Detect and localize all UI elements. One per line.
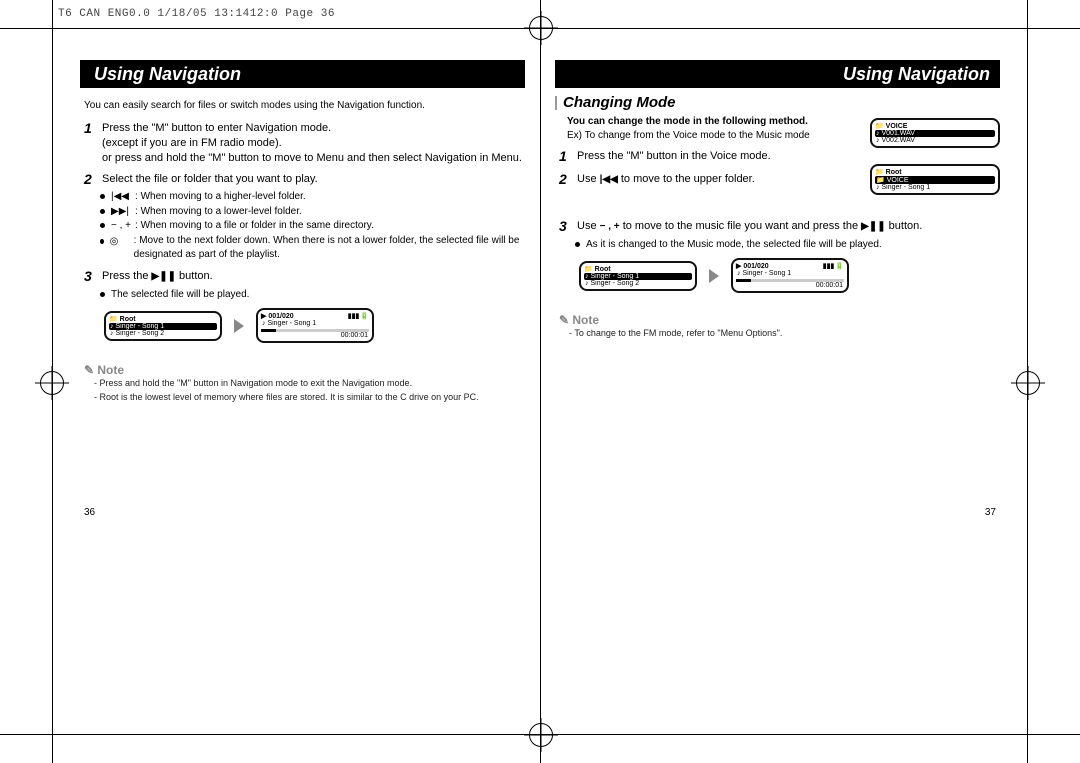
lcd-screen-root-explore: 📁 Root 📁VOICE ♪Singer - Song 1 — [870, 164, 1000, 195]
page-37: Using Navigation Changing Mode You can c… — [555, 60, 1000, 518]
page-number: 36 — [84, 507, 95, 518]
step-2: 2 Use |◀◀ to move to the upper folder. — [559, 172, 815, 189]
step-1: 1 Press the "M" button to enter Navigati… — [84, 121, 525, 166]
step-3-sub: As it is changed to the Music mode, the … — [575, 238, 1000, 253]
page-36: Using Navigation You can easily search f… — [80, 60, 525, 518]
running-head: T6 CAN ENG0.0 1/18/05 13:1412:0 Page 36 — [58, 8, 335, 20]
arrow-right-icon — [709, 269, 719, 283]
lcd-side-column: 📁 VOICE ♪V001.WAV ♪V002.WAV 📁 Root 📁VOIC… — [870, 118, 1000, 195]
manual-spread: T6 CAN ENG0.0 1/18/05 13:1412:0 Page 36 … — [0, 0, 1080, 763]
registration-mark-icon — [529, 723, 553, 747]
step-3-sub: The selected file will be played. — [100, 288, 525, 303]
section-heading: Changing Mode — [555, 94, 1000, 111]
intro-text: You can easily search for files or switc… — [84, 100, 525, 111]
lcd-screen-playing2: ▶ 001/020▮▮▮🔋 ♪ Singer - Song 1 00:00:01 — [731, 258, 849, 293]
registration-mark-icon — [529, 16, 553, 40]
registration-mark-icon — [40, 371, 64, 395]
lcd-screen-playing: ▶ 001/020▮▮▮🔋 ♪ Singer - Song 1 00:00:01 — [256, 308, 374, 343]
page-number: 37 — [985, 507, 996, 518]
page-title: Using Navigation — [555, 60, 1000, 88]
page-title: Using Navigation — [80, 60, 525, 88]
step-2-sub: |◀◀: When moving to a higher-level folde… — [100, 190, 525, 263]
registration-mark-icon — [1016, 371, 1040, 395]
note-block: ✎ Note - Press and hold the "M" button i… — [84, 363, 525, 404]
note-block: ✎ Note - To change to the FM mode, refer… — [559, 313, 1000, 341]
lcd-illustration: 📁 Root ♪Singer - Song 1 ♪Singer - Song 2… — [579, 258, 1000, 293]
lcd-screen-root: 📁 Root ♪Singer - Song 1 ♪Singer - Song 2 — [104, 311, 222, 341]
step-1: 1 Press the "M" button in the Voice mode… — [559, 149, 815, 166]
step-2: 2 Select the file or folder that you wan… — [84, 172, 525, 189]
lcd-screen-root2: 📁 Root ♪Singer - Song 1 ♪Singer - Song 2 — [579, 261, 697, 291]
lcd-screen-voice: 📁 VOICE ♪V001.WAV ♪V002.WAV — [870, 118, 1000, 148]
arrow-right-icon — [234, 319, 244, 333]
step-3: 3 Use − , + to move to the music file yo… — [559, 219, 1000, 236]
step-3: 3 Press the ▶❚❚ button. — [84, 269, 525, 286]
lcd-illustration: 📁 Root ♪Singer - Song 1 ♪Singer - Song 2… — [104, 308, 525, 343]
